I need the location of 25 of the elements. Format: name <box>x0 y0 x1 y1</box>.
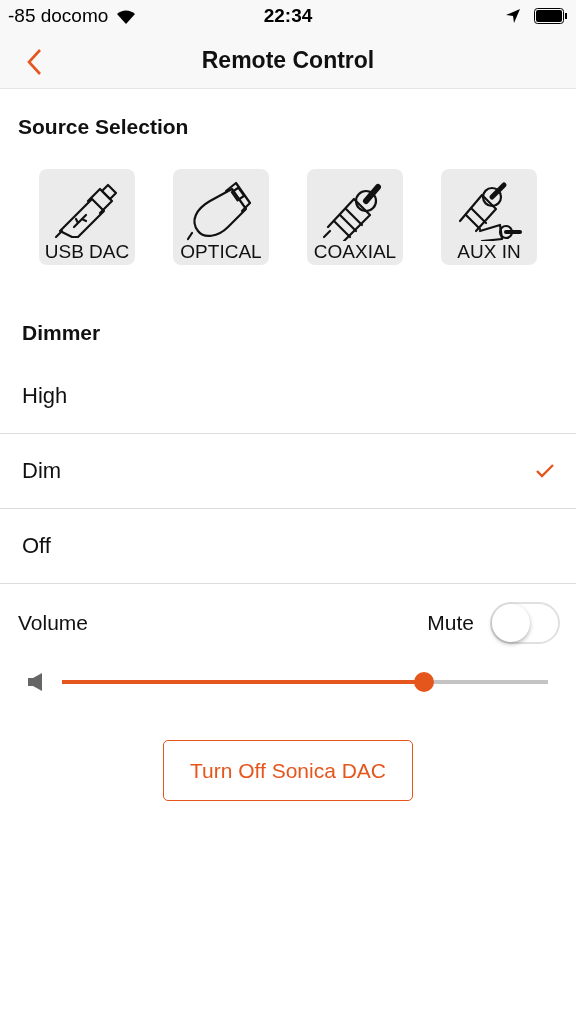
section-heading: Source Selection <box>17 114 190 139</box>
dimmer-option[interactable]: High <box>0 359 576 434</box>
wifi-icon <box>116 8 137 24</box>
battery-icon <box>534 8 568 24</box>
clock-time: 22:34 <box>263 5 313 27</box>
option-label: Off <box>22 533 51 559</box>
dimmer-option[interactable]: Off <box>0 509 576 584</box>
signal-carrier: -85 docomo <box>8 5 109 27</box>
source-button[interactable]: COAXIAL <box>307 169 403 265</box>
option-label: High <box>22 383 68 409</box>
turn-off-button[interactable]: Turn Off Sonica DAC <box>163 740 413 801</box>
source-button[interactable]: AUX IN <box>441 169 537 265</box>
dimmer-option[interactable]: Dim <box>0 434 576 509</box>
screen-title: Remote Control <box>201 46 375 74</box>
mute-toggle[interactable] <box>490 602 560 644</box>
location-arrow-icon <box>506 9 520 23</box>
section-heading: Dimmer <box>21 320 102 346</box>
volume-slider[interactable] <box>62 672 548 692</box>
source-button[interactable]: USB DAC <box>39 169 135 265</box>
source-button[interactable]: OPTICAL <box>173 169 269 265</box>
speaker-icon <box>28 673 42 691</box>
option-label: Dim <box>22 458 62 484</box>
mute-label: Mute <box>427 611 474 635</box>
volume-label: Volume <box>18 611 89 635</box>
slider-thumb[interactable] <box>413 672 434 692</box>
